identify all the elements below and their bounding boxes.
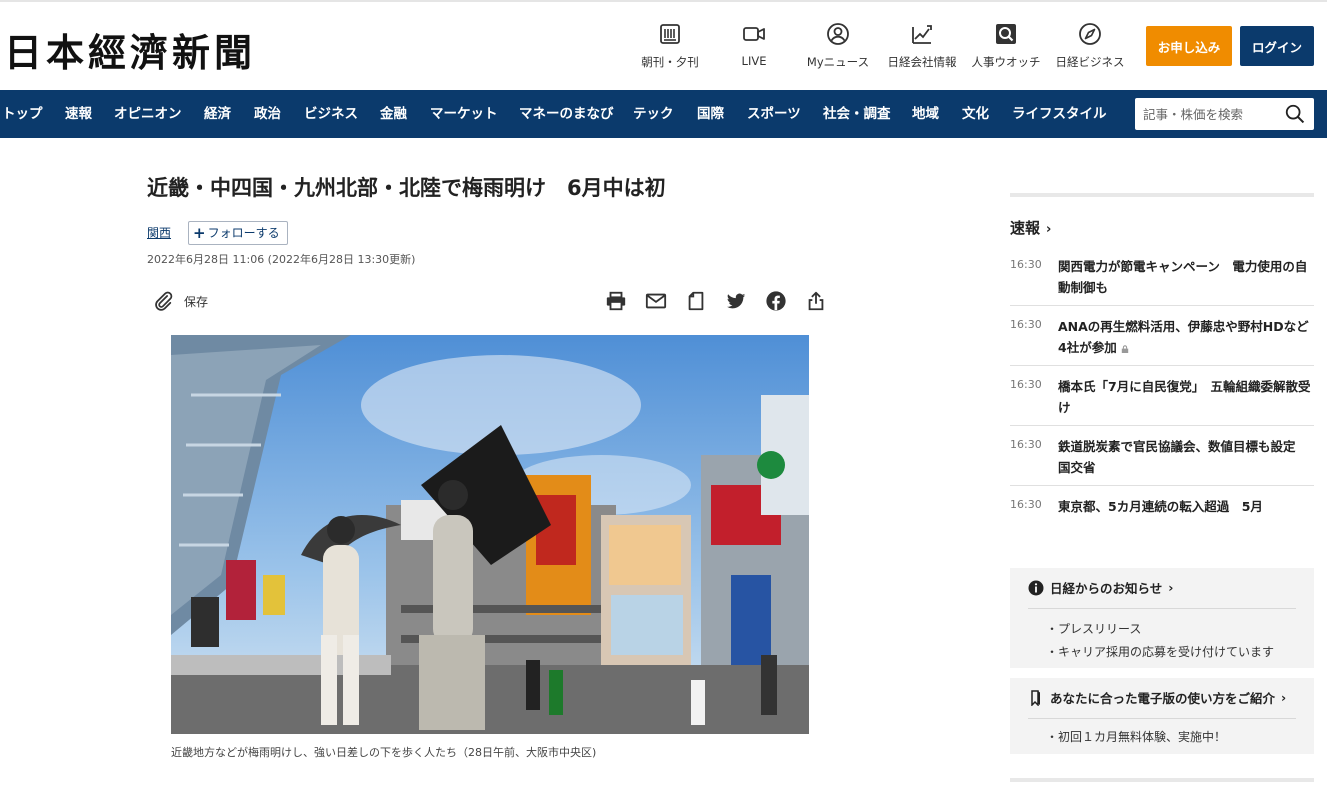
site-header: 日本經濟新聞 朝刊・夕刊 LIVE Myニュース 日経会社情報 人事ウオッチ 日…: [0, 2, 1327, 90]
save-button[interactable]: 保存: [152, 290, 208, 312]
twitter-icon[interactable]: [725, 290, 747, 312]
news-headline: 東京都、5カ月連続の転入超過 5月: [1058, 499, 1263, 514]
breaking-news-heading-label: 速報: [1010, 219, 1041, 237]
chevron-right-icon: ›: [1281, 690, 1287, 705]
article-photo: [171, 335, 809, 734]
news-time: 16:30: [1010, 258, 1042, 271]
news-headline: ANAの再生燃料活用、伊藤忠や野村HDなど4社が参加: [1058, 316, 1314, 358]
header-link-label: LIVE: [741, 54, 767, 68]
header-link-label: 日経会社情報: [887, 55, 957, 69]
plus-icon: +: [193, 224, 206, 242]
photo-illustration: [171, 335, 809, 734]
nav-item-sports[interactable]: スポーツ: [747, 90, 801, 138]
sidebar-bottom-divider: [1010, 778, 1314, 782]
header-link-label: 日経ビジネス: [1055, 55, 1125, 69]
magnifier-icon: [996, 24, 1016, 44]
header-link-company-info[interactable]: 日経会社情報: [878, 22, 966, 70]
nav-item-economy[interactable]: 経済: [204, 90, 231, 138]
chart-pen-icon: [912, 25, 932, 44]
article-date: 2022年6月28日 11:06 (2022年6月28日 13:30更新): [147, 253, 416, 266]
news-item[interactable]: 16:30 東京都、5カ月連続の転入超過 5月: [1010, 498, 1314, 526]
notice-link-careers[interactable]: ・キャリア採用の応募を受け付けています: [1046, 643, 1274, 660]
notice-link-press-release[interactable]: ・プレスリリース: [1046, 620, 1141, 637]
nav-item-market[interactable]: マーケット: [430, 90, 498, 138]
user-icon: [827, 23, 849, 45]
nav-item-opinion[interactable]: オピニオン: [114, 90, 182, 138]
main-nav: トップ 速報 オピニオン 経済 政治 ビジネス 金融 マーケット マネーのまなび…: [0, 90, 1327, 138]
news-headline-text: ANAの再生燃料活用、伊藤忠や野村HDなど4社が参加: [1058, 319, 1309, 355]
bookmark-icon: [1031, 689, 1040, 706]
search-icon[interactable]: [1284, 103, 1306, 125]
site-logo[interactable]: 日本經濟新聞: [4, 22, 256, 77]
header-link-print-edition[interactable]: 朝刊・夕刊: [626, 22, 714, 70]
facebook-icon[interactable]: [765, 290, 787, 312]
chevron-right-icon: ›: [1168, 580, 1174, 595]
article-title: 近畿・中四国・九州北部・北陸で梅雨明け 6月中は初: [147, 176, 666, 200]
mail-icon[interactable]: [645, 290, 667, 312]
nav-item-politics[interactable]: 政治: [254, 90, 281, 138]
nav-item-money[interactable]: マネーのまなび: [519, 90, 614, 138]
news-item[interactable]: 16:30 ANAの再生燃料活用、伊藤忠や野村HDなど4社が参加: [1010, 318, 1314, 366]
clip-icon[interactable]: [685, 290, 707, 312]
nav-item-business[interactable]: ビジネス: [304, 90, 358, 138]
news-item[interactable]: 16:30 関西電力が節電キャンペーン 電力使用の自動制御も: [1010, 258, 1314, 306]
topic-link[interactable]: 関西: [147, 224, 171, 241]
nav-item-top[interactable]: トップ: [2, 90, 43, 138]
notice-heading-label: 日経からのお知らせ: [1050, 581, 1163, 596]
follow-button[interactable]: + フォローする: [188, 221, 288, 245]
news-item[interactable]: 16:30 鉄道脱炭素で官民協議会、数値目標も設定 国交省: [1010, 438, 1314, 486]
save-label: 保存: [184, 294, 209, 309]
news-item[interactable]: 16:30 橋本氏「7月に自民復党」 五輪組織委解散受け: [1010, 378, 1314, 426]
info-icon: [1028, 580, 1044, 595]
nav-item-breaking[interactable]: 速報: [65, 90, 92, 138]
nikkei-notice-box: 日経からのお知らせ › ・プレスリリース ・キャリア採用の応募を受け付けています: [1010, 568, 1314, 668]
nav-item-regional[interactable]: 地域: [912, 90, 939, 138]
paperclip-icon: [155, 291, 173, 311]
sidebar-divider: [1010, 193, 1314, 197]
guide-link-free-trial[interactable]: ・初回１カ月無料体験、実施中！: [1046, 728, 1226, 745]
guide-divider: [1028, 718, 1296, 719]
header-link-my-news[interactable]: Myニュース: [794, 22, 882, 70]
follow-label: フォローする: [207, 226, 280, 240]
login-button[interactable]: ログイン: [1240, 26, 1314, 66]
print-icon[interactable]: [605, 290, 627, 312]
nav-item-tech[interactable]: テック: [633, 90, 674, 138]
video-camera-icon: [743, 27, 765, 41]
header-link-nikkei-business[interactable]: 日経ビジネス: [1046, 22, 1134, 70]
lock-icon: [1121, 345, 1128, 353]
digital-guide-box: あなたに合った電子版の使い方をご紹介 › ・初回１カ月無料体験、実施中！: [1010, 678, 1314, 754]
breaking-news-heading[interactable]: 速報 ›: [1010, 217, 1051, 238]
news-time: 16:30: [1010, 318, 1042, 331]
notice-heading[interactable]: 日経からのお知らせ ›: [1028, 578, 1173, 597]
guide-heading-label: あなたに合った電子版の使い方をご紹介: [1050, 691, 1276, 706]
search-input[interactable]: [1135, 98, 1275, 130]
share-icon[interactable]: [805, 290, 827, 312]
news-time: 16:30: [1010, 498, 1042, 511]
compass-icon: [1079, 23, 1101, 45]
photo-caption: 近畿地方などが梅雨明けし、強い日差しの下を歩く人たち（28日午前、大阪市中央区): [171, 746, 597, 759]
nav-item-lifestyle[interactable]: ライフスタイル: [1012, 90, 1107, 138]
nav-item-finance[interactable]: 金融: [380, 90, 407, 138]
newspaper-icon: [660, 24, 680, 44]
nav-item-international[interactable]: 国際: [697, 90, 724, 138]
news-headline: 橋本氏「7月に自民復党」 五輪組織委解散受け: [1058, 379, 1311, 415]
chevron-right-icon: ›: [1046, 222, 1052, 237]
nav-item-culture[interactable]: 文化: [962, 90, 989, 138]
header-link-live[interactable]: LIVE: [710, 22, 798, 68]
header-link-label: 人事ウオッチ: [971, 55, 1041, 69]
news-time: 16:30: [1010, 378, 1042, 391]
header-link-label: Myニュース: [806, 55, 870, 69]
header-link-personnel-watch[interactable]: 人事ウオッチ: [962, 22, 1050, 70]
news-time: 16:30: [1010, 438, 1042, 451]
guide-heading[interactable]: あなたに合った電子版の使い方をご紹介 ›: [1028, 688, 1286, 707]
notice-divider: [1028, 608, 1296, 609]
news-headline: 関西電力が節電キャンペーン 電力使用の自動制御も: [1058, 259, 1308, 295]
nav-item-society[interactable]: 社会・調査: [823, 90, 891, 138]
search-box: [1135, 98, 1314, 130]
header-link-label: 朝刊・夕刊: [641, 55, 699, 69]
news-headline: 鉄道脱炭素で官民協議会、数値目標も設定 国交省: [1058, 439, 1309, 475]
subscribe-button[interactable]: お申し込み: [1146, 26, 1232, 66]
